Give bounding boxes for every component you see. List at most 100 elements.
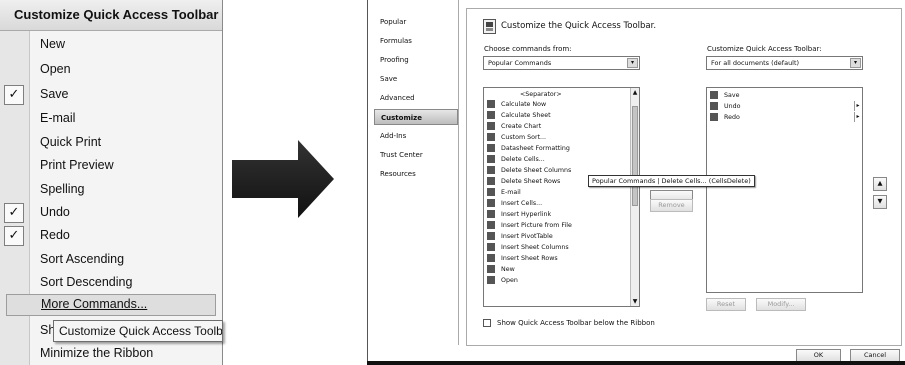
command-icon [487,177,495,185]
commands-scrollbar[interactable]: ▲ ▼ [630,88,639,306]
move-up-button[interactable]: ▲ [873,177,887,191]
nav-item-popular[interactable]: Popular [374,14,458,30]
list-item-label: Delete Sheet Rows [501,178,561,185]
list-item[interactable]: New [487,265,515,275]
menu-tooltip: Customize Quick Access Toolbar [53,320,223,342]
nav-item-formulas[interactable]: Formulas [374,33,458,49]
checkmark-icon: ✓ [4,226,24,246]
list-item-label: Undo [724,103,741,110]
command-icon [487,100,495,108]
remove-button[interactable]: Remove [650,199,693,212]
commands-list[interactable]: <Separator> Calculate Now Calculate Shee… [483,87,640,307]
command-icon [487,111,495,119]
undo-expand-icon[interactable]: ▸ [854,101,861,111]
menu-item-label: More Commands... [41,297,148,311]
scroll-up-icon[interactable]: ▲ [631,89,639,96]
qat-item-undo[interactable]: Undo [710,102,740,112]
show-below-checkbox[interactable] [483,319,491,327]
command-icon [487,210,495,218]
command-icon [487,221,495,229]
dropdown-arrow-icon: ▾ [850,58,861,68]
menu-item-sort-ascending[interactable]: Sort Ascending [0,249,222,271]
customize-qat-label: Customize Quick Access Toolbar: [707,45,822,53]
excel-options-dialog: Popular Formulas Proofing Save Advanced … [367,0,905,365]
menu-item-label: Sort Descending [40,275,133,289]
menu-header-title: Customize Quick Access Toolbar [14,7,219,22]
qat-list[interactable]: Save Undo Redo ▸ ▸ [706,87,863,293]
nav-item-customize[interactable]: Customize [374,109,458,125]
panel-title: Customize the Quick Access Toolbar. [501,21,657,31]
redo-expand-icon[interactable]: ▸ [854,112,861,122]
nav-item-trust-center[interactable]: Trust Center [374,147,458,163]
list-item-label: Custom Sort... [501,134,547,141]
menu-item-label: Minimize the Ribbon [40,346,154,360]
menu-item-quick-print[interactable]: Quick Print [0,132,222,154]
menu-item-email[interactable]: E-mail [0,108,222,130]
command-icon [487,188,495,196]
list-item[interactable]: Create Chart [487,122,541,132]
menu-item-label: Quick Print [40,135,102,149]
list-item[interactable]: Insert Cells... [487,199,542,209]
list-item[interactable]: Custom Sort... [487,133,546,143]
list-item[interactable]: Insert Sheet Rows [487,254,558,264]
undo-icon [710,102,718,110]
customize-qat-menu: Customize Quick Access Toolbar New Open … [0,0,223,365]
nav-item-proofing[interactable]: Proofing [374,52,458,68]
menu-item-label: Spelling [40,182,85,196]
menu-item-label: E-mail [40,111,76,125]
choose-commands-label: Choose commands from: [484,45,572,53]
scroll-down-icon[interactable]: ▼ [631,298,639,305]
move-down-button[interactable]: ▼ [873,195,887,209]
menu-item-label: Undo [40,205,70,219]
menu-item-print-preview[interactable]: Print Preview [0,155,222,177]
qat-item-redo[interactable]: Redo [710,113,740,123]
menu-item-sort-descending[interactable]: Sort Descending [0,272,222,294]
menu-item-more-commands[interactable]: More Commands... [6,294,216,316]
qat-customize-icon [483,19,496,34]
list-item-label: Insert PivotTable [501,233,553,240]
scroll-thumb[interactable] [632,106,638,206]
list-item-label: Insert Cells... [501,200,543,207]
list-item[interactable]: Calculate Sheet [487,111,551,121]
menu-item-open[interactable]: Open [0,59,222,81]
nav-item-save[interactable]: Save [374,71,458,87]
list-item[interactable]: Insert PivotTable [487,232,553,242]
command-icon [487,276,495,284]
menu-item-label: Sort Ascending [40,252,125,266]
checkmark-icon: ✓ [4,203,24,223]
list-item[interactable]: Open [487,276,518,286]
list-item[interactable]: Datasheet Formatting [487,144,570,154]
menu-item-undo[interactable]: ✓ Undo [0,202,222,224]
modify-button[interactable]: Modify... [756,298,806,311]
list-item-label: Save [724,92,740,99]
command-icon [487,254,495,262]
nav-item-add-ins[interactable]: Add-Ins [374,128,458,144]
list-item[interactable]: E-mail [487,188,521,198]
list-item[interactable]: Insert Picture from File [487,221,572,231]
menu-item-spelling[interactable]: Spelling [0,179,222,201]
qat-item-save[interactable]: Save [710,91,739,101]
list-item[interactable]: Insert Sheet Columns [487,243,569,253]
redo-icon [710,113,718,121]
list-item-label: Calculate Sheet [501,112,551,119]
list-item[interactable]: Delete Sheet Rows [487,177,560,187]
nav-item-advanced[interactable]: Advanced [374,90,458,106]
list-item-separator[interactable]: <Separator> [520,90,562,100]
list-item[interactable]: Delete Cells... [487,155,545,165]
list-item[interactable]: Calculate Now [487,100,546,110]
customize-qat-dropdown[interactable]: For all documents (default) ▾ [706,56,863,70]
list-item[interactable]: Insert Hyperlink [487,210,551,220]
choose-commands-dropdown[interactable]: Popular Commands ▾ [483,56,640,70]
menu-item-save[interactable]: ✓ Save [0,84,222,106]
menu-item-redo[interactable]: ✓ Redo [0,225,222,247]
menu-item-minimize-ribbon[interactable]: Minimize the Ribbon [0,343,222,365]
menu-item-label: Open [40,62,71,76]
dialog-bottom-border [367,361,905,365]
menu-item-new[interactable]: New [0,34,222,56]
nav-item-resources[interactable]: Resources [374,166,458,182]
save-icon [710,91,718,99]
dropdown-arrow-icon: ▾ [627,58,638,68]
command-tooltip: Popular Commands | Delete Cells... (Cell… [588,175,755,187]
reset-button[interactable]: Reset [706,298,746,311]
list-item[interactable]: Delete Sheet Columns [487,166,571,176]
